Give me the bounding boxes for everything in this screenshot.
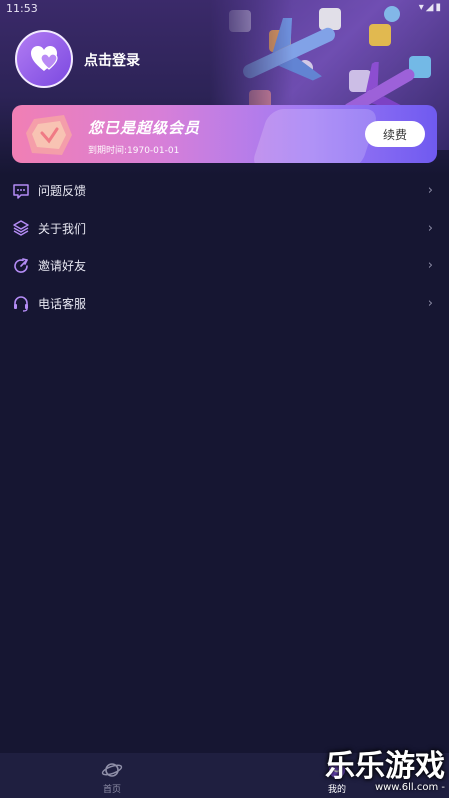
vip-expire-date: 到期时间:1970-01-01	[88, 146, 180, 156]
watermark: 乐乐游戏 www.6ll.com -	[325, 749, 445, 794]
headset-icon	[14, 296, 28, 312]
menu-item-feedback[interactable]: 问题反馈 ›	[0, 172, 449, 210]
watermark-logo-text: 乐乐游戏	[325, 749, 445, 784]
card-decoration	[250, 109, 380, 163]
menu-label: 问题反馈	[38, 184, 87, 199]
chevron-right-icon: ›	[427, 295, 433, 311]
tab-home[interactable]: 首页	[82, 753, 142, 798]
menu-item-about[interactable]: 关于我们 ›	[0, 210, 449, 248]
login-link[interactable]: 点击登录	[84, 50, 140, 70]
menu-item-invite[interactable]: 邀请好友 ›	[0, 247, 449, 285]
vip-badge-icon	[26, 115, 72, 155]
layers-icon	[13, 220, 29, 236]
settings-menu: 问题反馈 › 关于我们 › 邀请好友 › 电话客服 ›	[0, 172, 449, 322]
menu-label: 邀请好友	[38, 259, 87, 274]
tab-label: 首页	[102, 785, 121, 795]
status-bar: 11:53 ▾◢▮	[0, 0, 449, 18]
status-time: 11:53	[6, 2, 38, 15]
feedback-icon	[13, 184, 29, 199]
vip-card: 您已是超级会员 到期时间:1970-01-01 续费	[12, 105, 437, 163]
menu-item-phone-support[interactable]: 电话客服 ›	[0, 285, 449, 323]
menu-label: 电话客服	[38, 296, 87, 311]
invite-icon	[14, 257, 28, 273]
planet-icon	[101, 763, 123, 777]
menu-label: 关于我们	[38, 221, 87, 236]
chevron-right-icon: ›	[427, 183, 433, 199]
status-icons: ▾◢▮	[418, 2, 443, 13]
heart-icon	[31, 46, 58, 71]
vip-title: 您已是超级会员	[88, 119, 201, 137]
chevron-right-icon: ›	[427, 258, 433, 274]
chevron-right-icon: ›	[427, 220, 433, 236]
renew-button[interactable]: 续费	[365, 121, 425, 147]
avatar[interactable]	[15, 30, 73, 88]
